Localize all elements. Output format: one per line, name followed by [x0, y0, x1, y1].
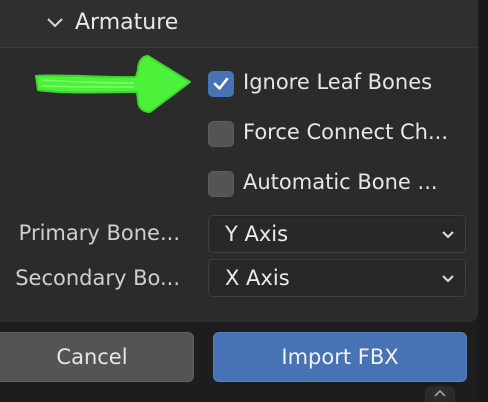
automatic-bone-orientation-label: Automatic Bone ...: [243, 170, 438, 194]
arrow-right-icon: [35, 55, 191, 113]
import-fbx-button[interactable]: Import FBX: [213, 332, 467, 382]
cancel-button[interactable]: Cancel: [0, 332, 194, 382]
armature-panel: Armature Ignore Leaf Bones Force Connect…: [0, 0, 478, 322]
scroll-down-handle[interactable]: [425, 386, 455, 402]
chevron-down-icon: [442, 275, 454, 283]
chevron-down-icon: [442, 231, 454, 239]
ignore-leaf-bones-label: Ignore Leaf Bones: [243, 70, 433, 94]
secondary-bone-axis-dropdown[interactable]: X Axis: [208, 259, 466, 297]
checkmark-icon: [213, 77, 229, 90]
secondary-bone-axis-label: Secondary Bo...: [15, 266, 180, 290]
armature-section-header[interactable]: Armature: [0, 0, 478, 48]
primary-bone-axis-value: Y Axis: [225, 222, 289, 246]
force-connect-children-label: Force Connect Ch...: [243, 120, 448, 144]
automatic-bone-orientation-checkbox[interactable]: [208, 171, 234, 197]
scrollbar[interactable]: [479, 0, 488, 402]
chevron-down-icon: [434, 389, 446, 397]
primary-bone-axis-label: Primary Bone...: [18, 221, 180, 245]
primary-bone-axis-dropdown[interactable]: Y Axis: [208, 215, 466, 253]
section-title: Armature: [75, 10, 179, 35]
chevron-down-icon[interactable]: [46, 14, 64, 32]
secondary-bone-axis-value: X Axis: [225, 266, 290, 290]
force-connect-children-checkbox[interactable]: [208, 121, 234, 147]
ignore-leaf-bones-checkbox[interactable]: [208, 71, 234, 97]
